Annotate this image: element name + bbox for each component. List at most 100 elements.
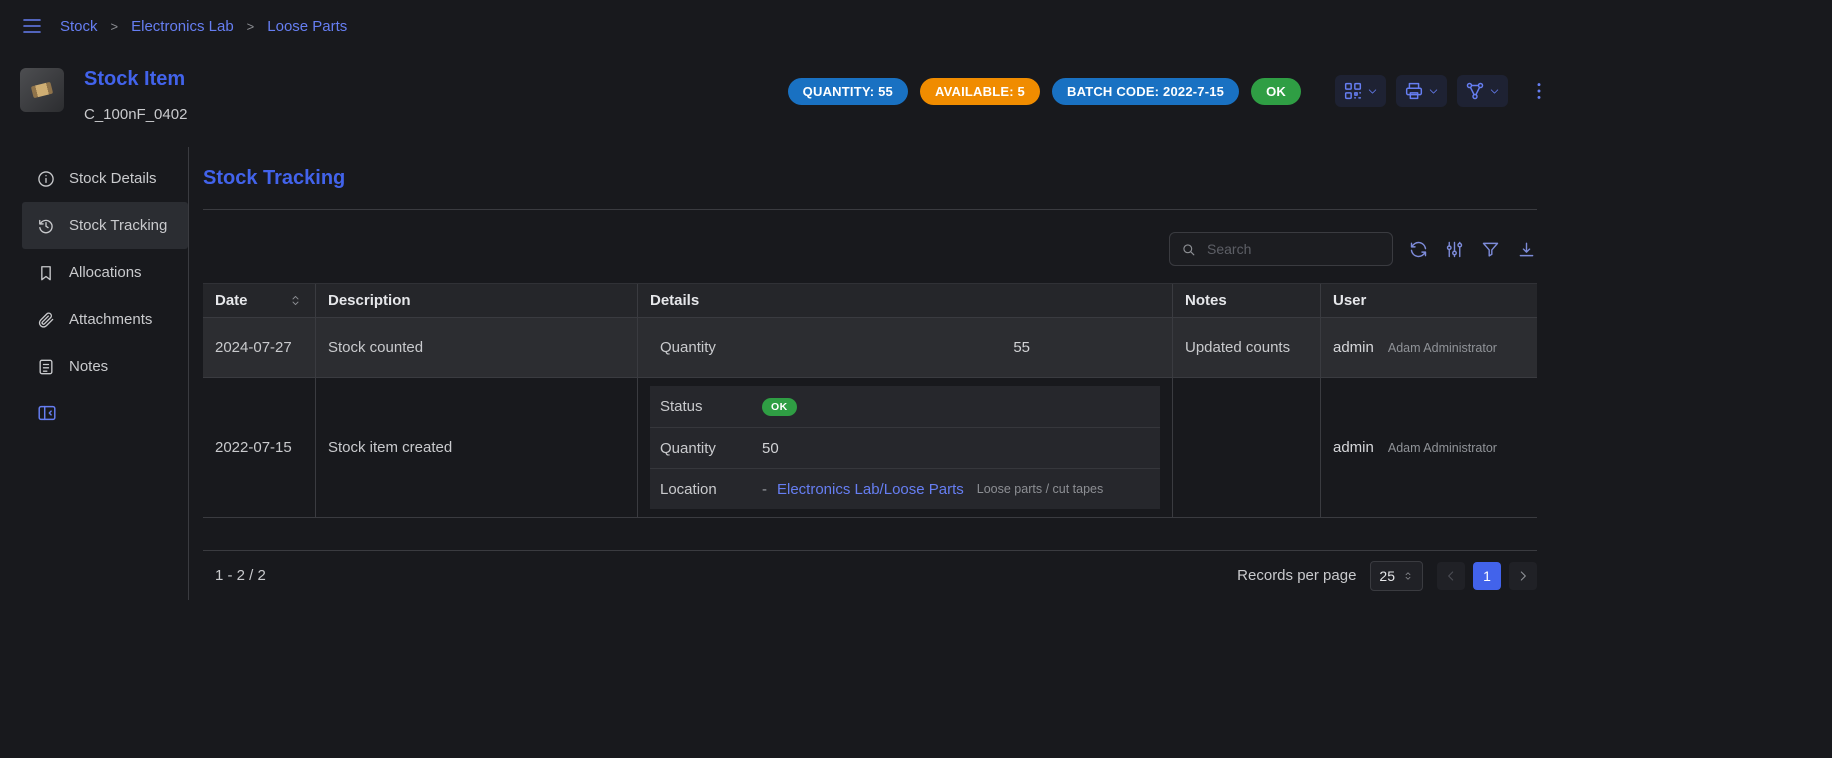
cell-description: Stock counted bbox=[315, 318, 637, 377]
detail-label: Location bbox=[660, 481, 762, 498]
search-icon bbox=[1180, 241, 1197, 258]
breadcrumb-stock[interactable]: Stock bbox=[60, 18, 98, 35]
sidebar-item-attachments[interactable]: Attachments bbox=[22, 296, 188, 343]
detail-label: Quantity bbox=[660, 440, 762, 457]
breadcrumb: Stock > Electronics Lab > Loose Parts bbox=[60, 18, 347, 35]
table-footer: 1 - 2 / 2 Records per page 25 bbox=[203, 550, 1537, 600]
content-area: Stock Details Stock Tracking Allocations… bbox=[0, 147, 1832, 600]
more-options-icon bbox=[1528, 80, 1550, 102]
sidebar-item-allocations[interactable]: Allocations bbox=[22, 249, 188, 296]
sidebar-item-stock-tracking[interactable]: Stock Tracking bbox=[22, 202, 188, 249]
app-window: Stock > Electronics Lab > Loose Parts St… bbox=[0, 0, 1832, 600]
title-block: Stock Item C_100nF_0402 bbox=[84, 68, 187, 123]
detail-value: 55 bbox=[1013, 339, 1030, 356]
table-row[interactable]: 2024-07-27 Stock counted Quantity 55 Upd… bbox=[203, 318, 1537, 378]
heading-divider bbox=[203, 209, 1537, 210]
sidebar-item-stock-details[interactable]: Stock Details bbox=[22, 155, 188, 202]
more-options-button[interactable] bbox=[1528, 80, 1550, 102]
location-description: Loose parts / cut tapes bbox=[977, 482, 1103, 496]
cell-user: admin Adam Administrator bbox=[1320, 318, 1537, 377]
records-per-page-label: Records per page bbox=[1237, 567, 1356, 584]
refresh-button[interactable] bbox=[1408, 239, 1429, 260]
column-header-notes[interactable]: Notes bbox=[1172, 284, 1320, 317]
stock-item-name: C_100nF_0402 bbox=[84, 106, 187, 123]
cell-notes bbox=[1172, 378, 1320, 517]
detail-value: 50 bbox=[762, 440, 779, 457]
record-range: 1 - 2 / 2 bbox=[203, 567, 266, 584]
cell-date: 2024-07-27 bbox=[203, 318, 315, 377]
stock-item-thumbnail[interactable] bbox=[20, 68, 64, 112]
status-badge: OK bbox=[1251, 78, 1301, 105]
chevron-down-icon bbox=[1488, 85, 1501, 98]
batch-code-badge: BATCH CODE: 2022-7-15 bbox=[1052, 78, 1239, 105]
download-icon bbox=[1516, 239, 1537, 260]
status-badges: QUANTITY: 55 AVAILABLE: 5 BATCH CODE: 20… bbox=[788, 78, 1301, 105]
sidebar-item-label: Stock Tracking bbox=[69, 217, 167, 234]
available-badge: AVAILABLE: 5 bbox=[920, 78, 1040, 105]
search-input[interactable] bbox=[1205, 240, 1382, 258]
sidebar-collapse-button[interactable] bbox=[36, 402, 58, 424]
breadcrumb-loose-parts[interactable]: Loose Parts bbox=[267, 18, 347, 35]
column-header-user[interactable]: User bbox=[1320, 284, 1537, 317]
cell-description: Stock item created bbox=[315, 378, 637, 517]
filter-button[interactable] bbox=[1480, 239, 1501, 260]
search-box bbox=[1169, 232, 1393, 266]
user-full-name: Adam Administrator bbox=[1388, 441, 1497, 455]
detail-sub-table: Status OK Quantity 50 Location - Electro… bbox=[650, 386, 1160, 509]
info-icon bbox=[36, 169, 56, 189]
detail-line: Quantity 55 bbox=[650, 339, 1160, 356]
chevron-down-icon bbox=[1427, 85, 1440, 98]
detail-line-status: Status OK bbox=[650, 386, 1160, 427]
username: admin bbox=[1333, 439, 1374, 456]
cell-details: Status OK Quantity 50 Location - Electro… bbox=[637, 378, 1172, 517]
table-row[interactable]: 2022-07-15 Stock item created Status OK bbox=[203, 378, 1537, 518]
page-size-select[interactable]: 25 bbox=[1370, 561, 1423, 591]
filter-icon bbox=[1480, 239, 1501, 260]
stock-operations-button[interactable] bbox=[1457, 75, 1508, 107]
username: admin bbox=[1333, 339, 1374, 356]
page-size-value: 25 bbox=[1379, 568, 1395, 584]
notes-icon bbox=[36, 357, 56, 377]
chevron-right-icon bbox=[1515, 568, 1531, 584]
quantity-badge: QUANTITY: 55 bbox=[788, 78, 908, 105]
column-header-details[interactable]: Details bbox=[637, 284, 1172, 317]
detail-line-quantity: Quantity 50 bbox=[650, 427, 1160, 468]
table-options-button[interactable] bbox=[1444, 239, 1465, 260]
panel-heading: Stock Tracking bbox=[203, 167, 1537, 190]
column-header-date[interactable]: Date bbox=[203, 284, 315, 317]
sidebar-collapse-icon bbox=[36, 402, 58, 424]
stock-operations-icon bbox=[1464, 80, 1486, 102]
header-right: QUANTITY: 55 AVAILABLE: 5 BATCH CODE: 20… bbox=[788, 68, 1550, 107]
next-page-button[interactable] bbox=[1509, 562, 1537, 590]
menu-icon[interactable] bbox=[20, 14, 44, 38]
print-actions-button[interactable] bbox=[1396, 75, 1447, 107]
barcode-actions-button[interactable] bbox=[1335, 75, 1386, 107]
sidebar-item-notes[interactable]: Notes bbox=[22, 343, 188, 390]
cell-details: Quantity 55 bbox=[637, 318, 1172, 377]
top-bar: Stock > Electronics Lab > Loose Parts bbox=[0, 0, 1832, 52]
location-prefix: - bbox=[762, 481, 767, 498]
chevron-left-icon bbox=[1443, 568, 1459, 584]
sort-icon[interactable] bbox=[288, 293, 303, 308]
previous-page-button[interactable] bbox=[1437, 562, 1465, 590]
stock-tracking-table: Date Description Details Notes bbox=[203, 283, 1537, 600]
print-actions-icon bbox=[1403, 80, 1425, 102]
table-header-row: Date Description Details Notes bbox=[203, 283, 1537, 318]
page-header: Stock Item C_100nF_0402 QUANTITY: 55 AVA… bbox=[0, 52, 1832, 123]
ok-status-badge: OK bbox=[762, 398, 797, 416]
page-1-button[interactable]: 1 bbox=[1473, 562, 1501, 590]
column-header-description[interactable]: Description bbox=[315, 284, 637, 317]
cell-notes: Updated counts bbox=[1172, 318, 1320, 377]
location-link[interactable]: Electronics Lab/Loose Parts bbox=[777, 481, 964, 498]
paperclip-icon bbox=[36, 310, 56, 330]
sidebar: Stock Details Stock Tracking Allocations… bbox=[22, 147, 189, 600]
breadcrumb-electronics-lab[interactable]: Electronics Lab bbox=[131, 18, 234, 35]
sidebar-item-label: Stock Details bbox=[69, 170, 157, 187]
download-button[interactable] bbox=[1516, 239, 1537, 260]
chevron-down-icon bbox=[1366, 85, 1379, 98]
sidebar-item-label: Attachments bbox=[69, 311, 152, 328]
sidebar-item-label: Notes bbox=[69, 358, 108, 375]
bookmark-icon bbox=[36, 263, 56, 283]
cell-user: admin Adam Administrator bbox=[1320, 378, 1537, 517]
sidebar-item-label: Allocations bbox=[69, 264, 142, 281]
